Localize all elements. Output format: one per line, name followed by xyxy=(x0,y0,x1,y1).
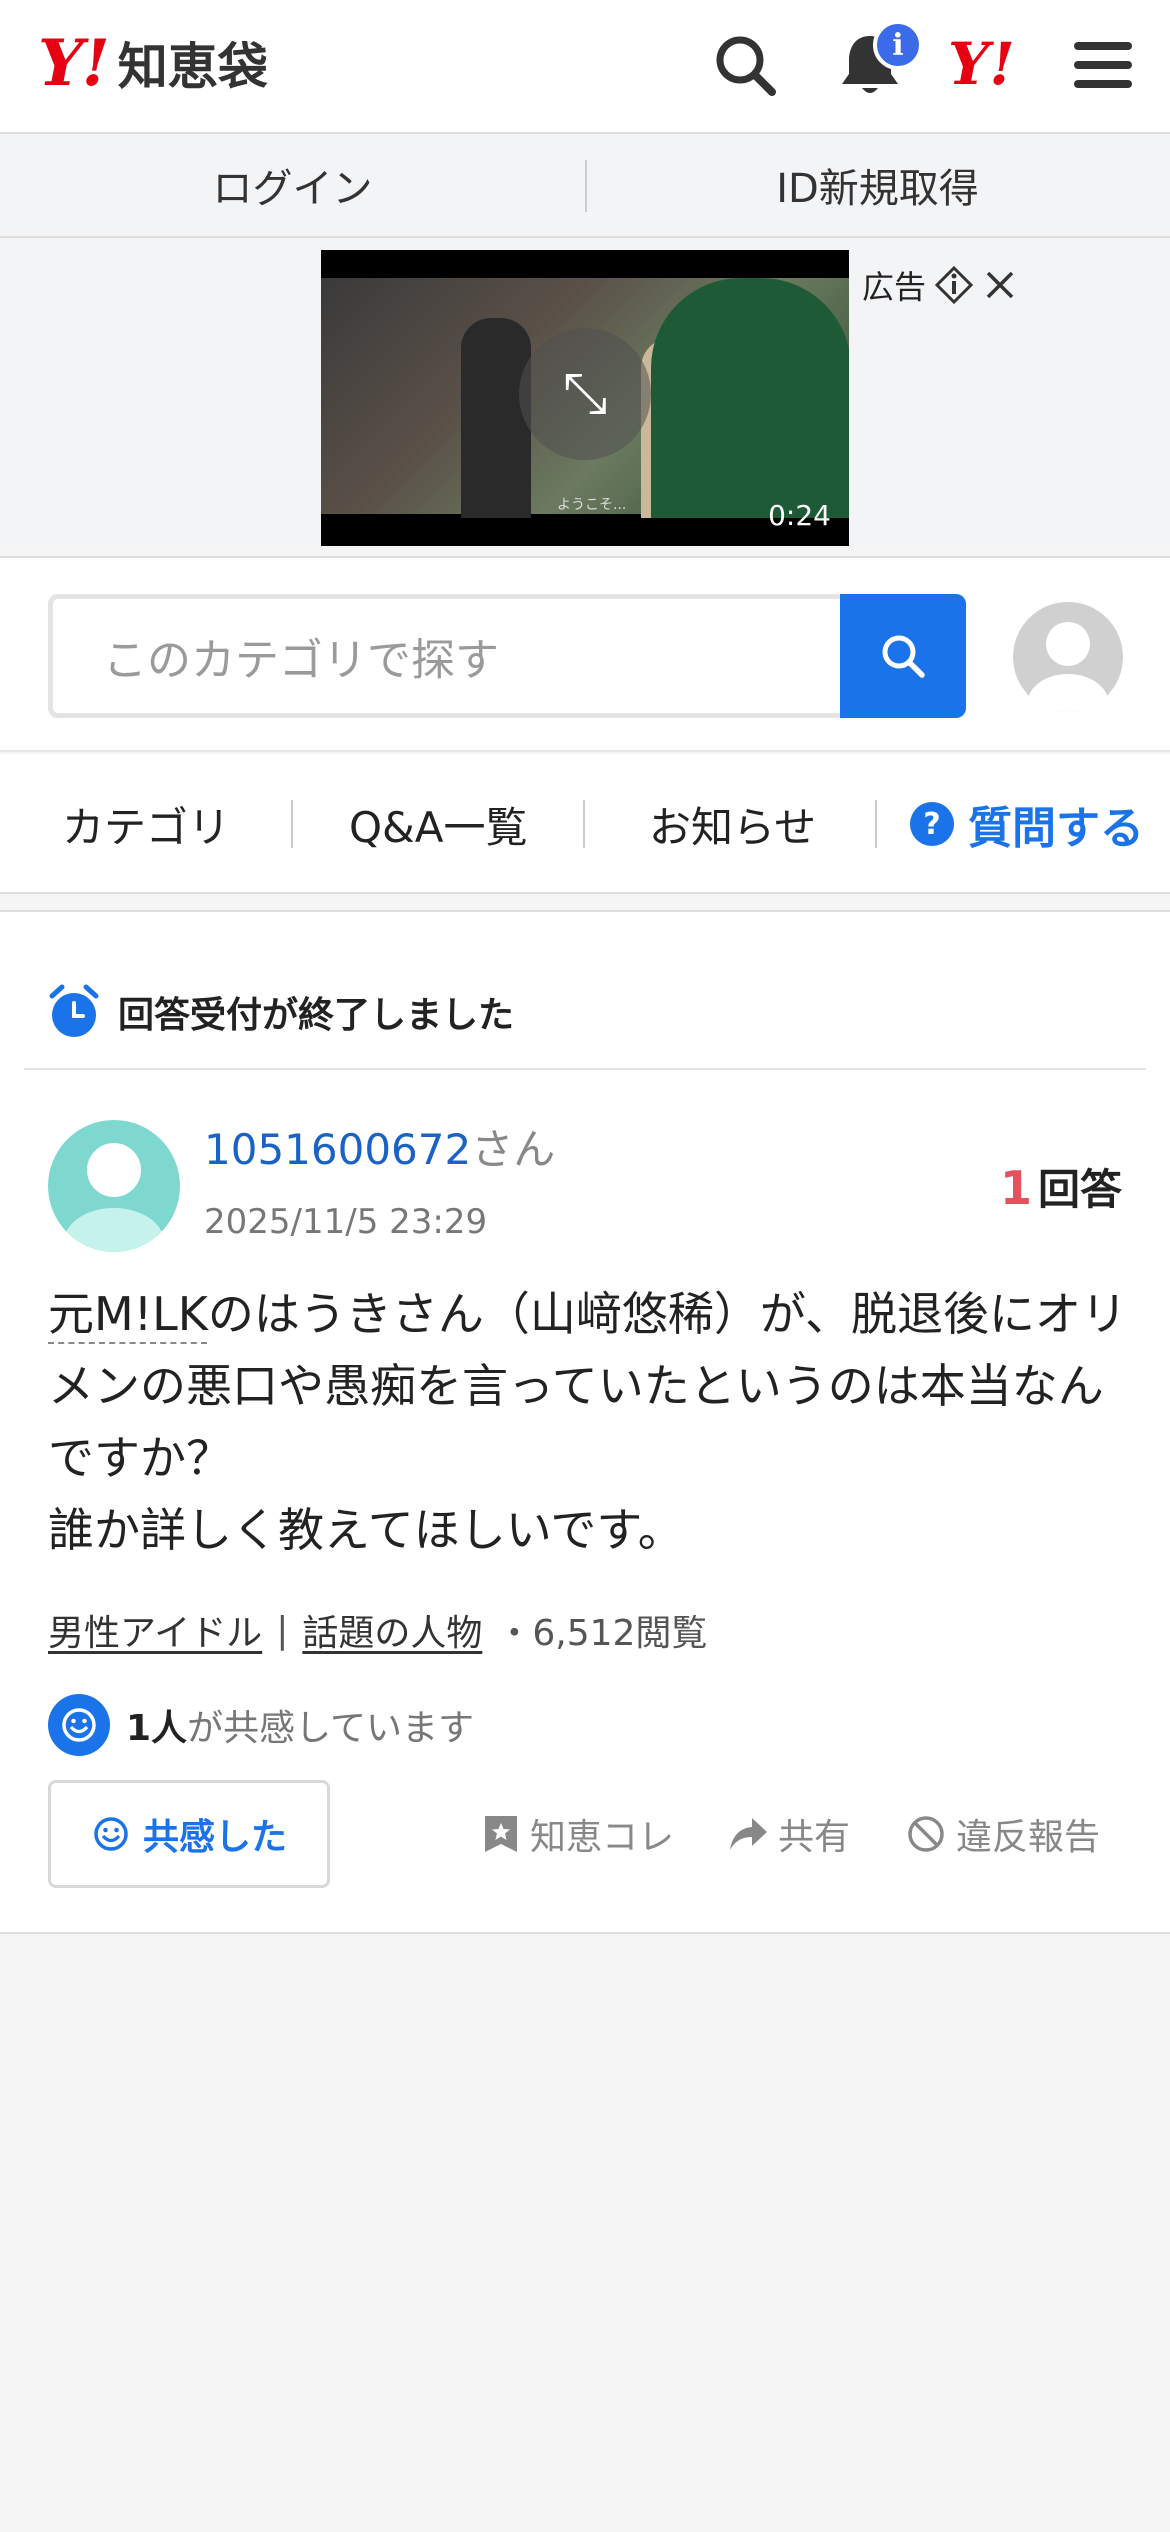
nav-divider xyxy=(583,800,585,848)
card-divider xyxy=(24,1068,1146,1070)
empathy-count: 1人 xyxy=(126,1708,188,1749)
ad-label-text: 広告 xyxy=(862,268,927,306)
question-card: 回答受付が終了しました 1051600672さん 2025/11/5 23:29… xyxy=(0,910,1170,1934)
question-body-line2: 誰か詳しく教えてほしいです。 xyxy=(48,1503,684,1557)
app-header: Y! 知恵袋 i Y! xyxy=(0,0,1170,134)
bookmark-button[interactable]: 知恵コレ xyxy=(482,1780,674,1888)
question-text: 元M!LKのはうきさん（山﨑悠稀）が、脱退後にオリメンの悪口や愚痴を言っていたと… xyxy=(48,1278,1128,1566)
notification-badge: i xyxy=(873,20,923,70)
yahoo-top-link[interactable]: Y! xyxy=(948,30,1015,98)
questioner-id[interactable]: 1051600672 xyxy=(204,1125,471,1174)
empathy-summary: 1人が共感しています xyxy=(48,1694,474,1756)
empathy-text: が共感しています xyxy=(187,1708,474,1749)
search-input[interactable]: このカテゴリで探す xyxy=(48,594,841,718)
yahoo-chiebukuro-logo[interactable]: Y! 知恵袋 xyxy=(38,25,268,101)
hamburger-menu-icon[interactable] xyxy=(1068,30,1138,100)
expand-icon[interactable]: ⤡ xyxy=(519,328,651,460)
question-tags: 男性アイドル | 話題の人物 ・6,512閲覧 xyxy=(48,1604,707,1656)
nav-category[interactable]: カテゴリ xyxy=(62,754,230,894)
share-button[interactable]: 共有 xyxy=(728,1780,850,1888)
empathy-button-label: 共感した xyxy=(142,1817,287,1858)
register-link[interactable]: ID新規取得 xyxy=(585,134,1170,236)
nav-news[interactable]: お知らせ xyxy=(649,754,816,894)
tag-trending-person[interactable]: 話題の人物 xyxy=(302,1604,482,1656)
login-bar: ログイン ID新規取得 xyxy=(0,134,1170,238)
share-icon xyxy=(730,1818,767,1850)
ad-duration: 0:24 xyxy=(768,499,831,532)
ad-label: 広告 xyxy=(862,262,1018,308)
view-count: ・6,512閲覧 xyxy=(496,1613,708,1654)
chiebukuro-logo-text: 知恵袋 xyxy=(117,38,268,96)
smile-icon xyxy=(94,1817,128,1851)
user-avatar-icon[interactable] xyxy=(1013,602,1123,712)
nav-divider xyxy=(875,800,877,848)
nav-qa-list[interactable]: Q&A一覧 xyxy=(349,754,528,894)
search-area: このカテゴリで探す xyxy=(0,556,1170,752)
ask-question-label: 質問する xyxy=(968,803,1144,854)
answer-count-number: 1 xyxy=(999,1161,1032,1215)
empathy-button[interactable]: 共感した xyxy=(48,1780,330,1888)
report-button[interactable]: 違反報告 xyxy=(906,1780,1100,1888)
question-date: 2025/11/5 23:29 xyxy=(204,1202,488,1242)
questioner-name[interactable]: 1051600672さん xyxy=(204,1116,555,1177)
closed-status: 回答受付が終了しました xyxy=(48,972,514,1052)
closed-status-text: 回答受付が終了しました xyxy=(118,995,515,1036)
questioner-avatar[interactable] xyxy=(48,1120,180,1252)
login-link[interactable]: ログイン xyxy=(0,134,585,236)
question-icon: ? xyxy=(910,802,954,846)
yahoo-logo-mark: Y! xyxy=(38,25,110,101)
nav-divider xyxy=(291,800,293,848)
bookmark-label: 知恵コレ xyxy=(530,1817,675,1858)
login-divider xyxy=(585,160,587,212)
ad-video[interactable]: ⤡ ようこそ... 0:24 xyxy=(321,250,849,546)
ad-area: ⤡ ようこそ... 0:24 広告 xyxy=(0,240,1170,548)
tag-separator: | xyxy=(276,1609,289,1651)
category-nav: カテゴリ Q&A一覧 お知らせ ? 質問する xyxy=(0,754,1170,894)
bookmark-icon xyxy=(485,1816,517,1852)
smile-icon xyxy=(48,1694,110,1756)
ad-info-icon[interactable] xyxy=(934,265,974,305)
ad-close-icon[interactable] xyxy=(982,267,1018,303)
alarm-clock-icon xyxy=(49,984,99,1037)
search-button[interactable] xyxy=(840,594,966,718)
answer-count[interactable]: 1 回答 xyxy=(1000,1156,1122,1217)
ad-caption: ようこそ... xyxy=(557,497,627,513)
report-label: 違反報告 xyxy=(956,1817,1101,1858)
ask-question-button[interactable]: ? 質問する xyxy=(910,754,1144,894)
tag-male-idol[interactable]: 男性アイドル xyxy=(48,1604,262,1656)
questioner-suffix: さん xyxy=(471,1125,556,1174)
search-icon xyxy=(882,635,925,678)
share-label: 共有 xyxy=(778,1817,851,1858)
question-keyword-link[interactable]: 元M!LK xyxy=(48,1287,208,1341)
question-body: のはうきさん（山﨑悠稀）が、脱退後にオリメンの悪口や愚痴を言っていたというのは本… xyxy=(48,1287,1128,1485)
prohibited-icon xyxy=(908,1816,944,1852)
answer-count-label: 回答 xyxy=(1037,1165,1122,1214)
search-icon[interactable] xyxy=(710,30,780,100)
